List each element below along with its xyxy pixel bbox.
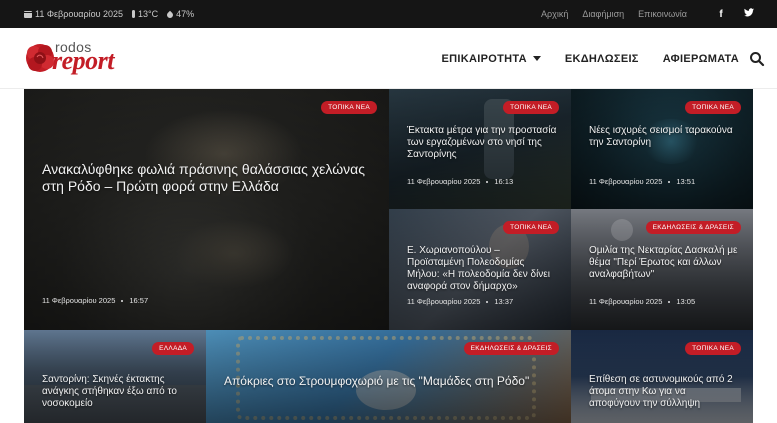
category-badge[interactable]: ΤΟΠΙΚΑ ΝΕΑ [685, 101, 741, 114]
facebook-icon[interactable]: f [707, 9, 735, 20]
top-bar-links: Αρχική Διαφήμιση Επικοινωνία f [541, 0, 777, 28]
droplet-icon [165, 10, 175, 19]
search-icon[interactable] [749, 51, 765, 67]
nav-item-events-label: ΕΚΔΗΛΩΣΕΙΣ [564, 52, 639, 65]
site-header: rodos report ΕΠΙΚΑΙΡΟΤΗΤΑ ΕΚΔΗΛΩΣΕΙΣ ΑΦΙ… [0, 28, 777, 89]
twitter-icon[interactable] [735, 8, 763, 20]
article-card-milos-planning[interactable]: ΤΟΠΙΚΑ ΝΕΑ Ε. Χωριανοπούλου – Προϊσταμέν… [389, 209, 571, 330]
article-time: 16:57 [129, 296, 149, 305]
article-title[interactable]: Ανακαλύφθηκε φωλιά πράσινης θαλάσσιας χε… [42, 161, 375, 195]
temperature-text: 13°C [138, 9, 159, 19]
nav-item-news[interactable]: ΕΠΙΚΑΙΡΟΤΗΤΑ [442, 53, 541, 65]
article-card-nektaria-talk[interactable]: ΕΚΔΗΛΩΣΕΙΣ & ΔΡΑΣΕΙΣ Ομιλία της Νεκταρία… [571, 209, 753, 330]
main-nav: ΕΠΙΚΑΙΡΟΤΗΤΑ ΕΚΔΗΛΩΣΕΙΣ ΑΦΙΕΡΩΜΑΤΑ [442, 28, 739, 89]
thermometer-icon [132, 10, 136, 18]
category-badge[interactable]: ΕΚΔΗΛΩΣΕΙΣ & ΔΡΑΣΕΙΣ [463, 342, 559, 355]
category-badge[interactable]: ΕΛΛΑΔΑ [152, 342, 194, 355]
article-title[interactable]: Ε. Χωριανοπούλου – Προϊσταμένη Πολεοδομί… [407, 245, 557, 293]
separator-dot [121, 299, 124, 302]
separator-dot [668, 180, 671, 183]
image-overlay [24, 89, 389, 330]
article-title[interactable]: Έκτακτα μέτρα για την προστασία των εργα… [407, 125, 557, 161]
top-link-advertising[interactable]: Διαφήμιση [582, 9, 624, 19]
date-display: 11 Φεβρουαρίου 2025 [24, 9, 123, 19]
nav-item-features[interactable]: ΑΦΙΕΡΩΜΑΤΑ [663, 53, 739, 65]
site-logo[interactable]: rodos report [24, 39, 136, 76]
article-time: 16:13 [494, 177, 514, 186]
article-title[interactable]: Νέες ισχυρές σεισμοί ταρακούνα την Σαντο… [589, 125, 739, 149]
separator-dot [486, 180, 489, 183]
article-card-earthquakes[interactable]: ΤΟΠΙΚΑ ΝΕΑ Νέες ισχυρές σεισμοί ταρακούν… [571, 89, 753, 209]
date-text: 11 Φεβρουαρίου 2025 [35, 9, 124, 19]
category-badge[interactable]: ΤΟΠΙΚΑ ΝΕΑ [503, 221, 559, 234]
humidity-display: 47% [165, 9, 195, 19]
article-card-smurf-village[interactable]: ΕΚΔΗΛΩΣΕΙΣ & ΔΡΑΣΕΙΣ Απόκριες στο Στρουμ… [206, 330, 571, 423]
article-card-kos-attack[interactable]: ΤΟΠΙΚΑ ΝΕΑ Επίθεση σε αστυνομικούς από 2… [571, 330, 753, 423]
article-date: 11 Φεβρουαρίου 2025 [42, 296, 116, 305]
separator-dot [486, 300, 489, 303]
top-bar-info: 11 Φεβρουαρίου 2025 13°C 47% [24, 0, 194, 28]
nav-item-features-label: ΑΦΙΕΡΩΜΑΤΑ [662, 52, 739, 65]
top-link-home[interactable]: Αρχική [541, 9, 568, 19]
category-badge[interactable]: ΕΚΔΗΛΩΣΕΙΣ & ΔΡΑΣΕΙΣ [645, 221, 741, 234]
article-title[interactable]: Σαντορίνη: Σκηνές έκτακτης ανάγκης στήθη… [42, 374, 192, 410]
humidity-text: 47% [176, 9, 195, 19]
article-title[interactable]: Επίθεση σε αστυνομικούς από 2 άτομα στην… [589, 374, 739, 410]
featured-articles-grid: ΤΟΠΙΚΑ ΝΕΑ Ανακαλύφθηκε φωλιά πράσινης θ… [24, 89, 753, 423]
category-badge[interactable]: ΤΟΠΙΚΑ ΝΕΑ [685, 342, 741, 355]
article-time: 13:05 [676, 297, 696, 306]
article-meta: 11 Φεβρουαρίου 2025 13:05 [589, 297, 695, 306]
article-meta: 11 Φεβρουαρίου 2025 13:51 [589, 177, 695, 186]
article-meta: 11 Φεβρουαρίου 2025 13:37 [407, 297, 513, 306]
article-card-santorini-measures[interactable]: ΤΟΠΙΚΑ ΝΕΑ Έκτακτα μέτρα για την προστασ… [389, 89, 571, 209]
article-date: 11 Φεβρουαρίου 2025 [589, 297, 663, 306]
logo-text-report: report [52, 46, 115, 75]
article-title[interactable]: Απόκριες στο Στρουμφοχωριό με τις "Μαμάδ… [224, 373, 557, 390]
top-link-contact[interactable]: Επικοινωνία [638, 9, 687, 19]
article-meta: 11 Φεβρουαρίου 2025 16:13 [407, 177, 513, 186]
category-badge[interactable]: ΤΟΠΙΚΑ ΝΕΑ [321, 101, 377, 114]
calendar-icon [24, 10, 32, 18]
article-date: 11 Φεβρουαρίου 2025 [407, 177, 481, 186]
article-card-santorini-tents[interactable]: ΕΛΛΑΔΑ Σαντορίνη: Σκηνές έκτακτης ανάγκη… [24, 330, 206, 423]
temperature-display: 13°C [132, 9, 158, 19]
chevron-down-icon [532, 56, 541, 61]
article-card-turtle-nest[interactable]: ΤΟΠΙΚΑ ΝΕΑ Ανακαλύφθηκε φωλιά πράσινης θ… [24, 89, 389, 330]
separator-dot [668, 300, 671, 303]
article-title[interactable]: Ομιλία της Νεκταρίας Δασκαλή με θέμα "Πε… [589, 245, 739, 281]
article-time: 13:51 [676, 177, 696, 186]
nav-item-events[interactable]: ΕΚΔΗΛΩΣΕΙΣ [565, 53, 639, 65]
article-date: 11 Φεβρουαρίου 2025 [407, 297, 481, 306]
category-badge[interactable]: ΤΟΠΙΚΑ ΝΕΑ [503, 101, 559, 114]
article-time: 13:37 [494, 297, 514, 306]
top-bar: 11 Φεβρουαρίου 2025 13°C 47% Αρχική Διαφ… [0, 0, 777, 28]
article-meta: 11 Φεβρουαρίου 2025 16:57 [42, 296, 148, 305]
nav-item-news-label: ΕΠΙΚΑΙΡΟΤΗΤΑ [441, 52, 527, 65]
article-date: 11 Φεβρουαρίου 2025 [589, 177, 663, 186]
